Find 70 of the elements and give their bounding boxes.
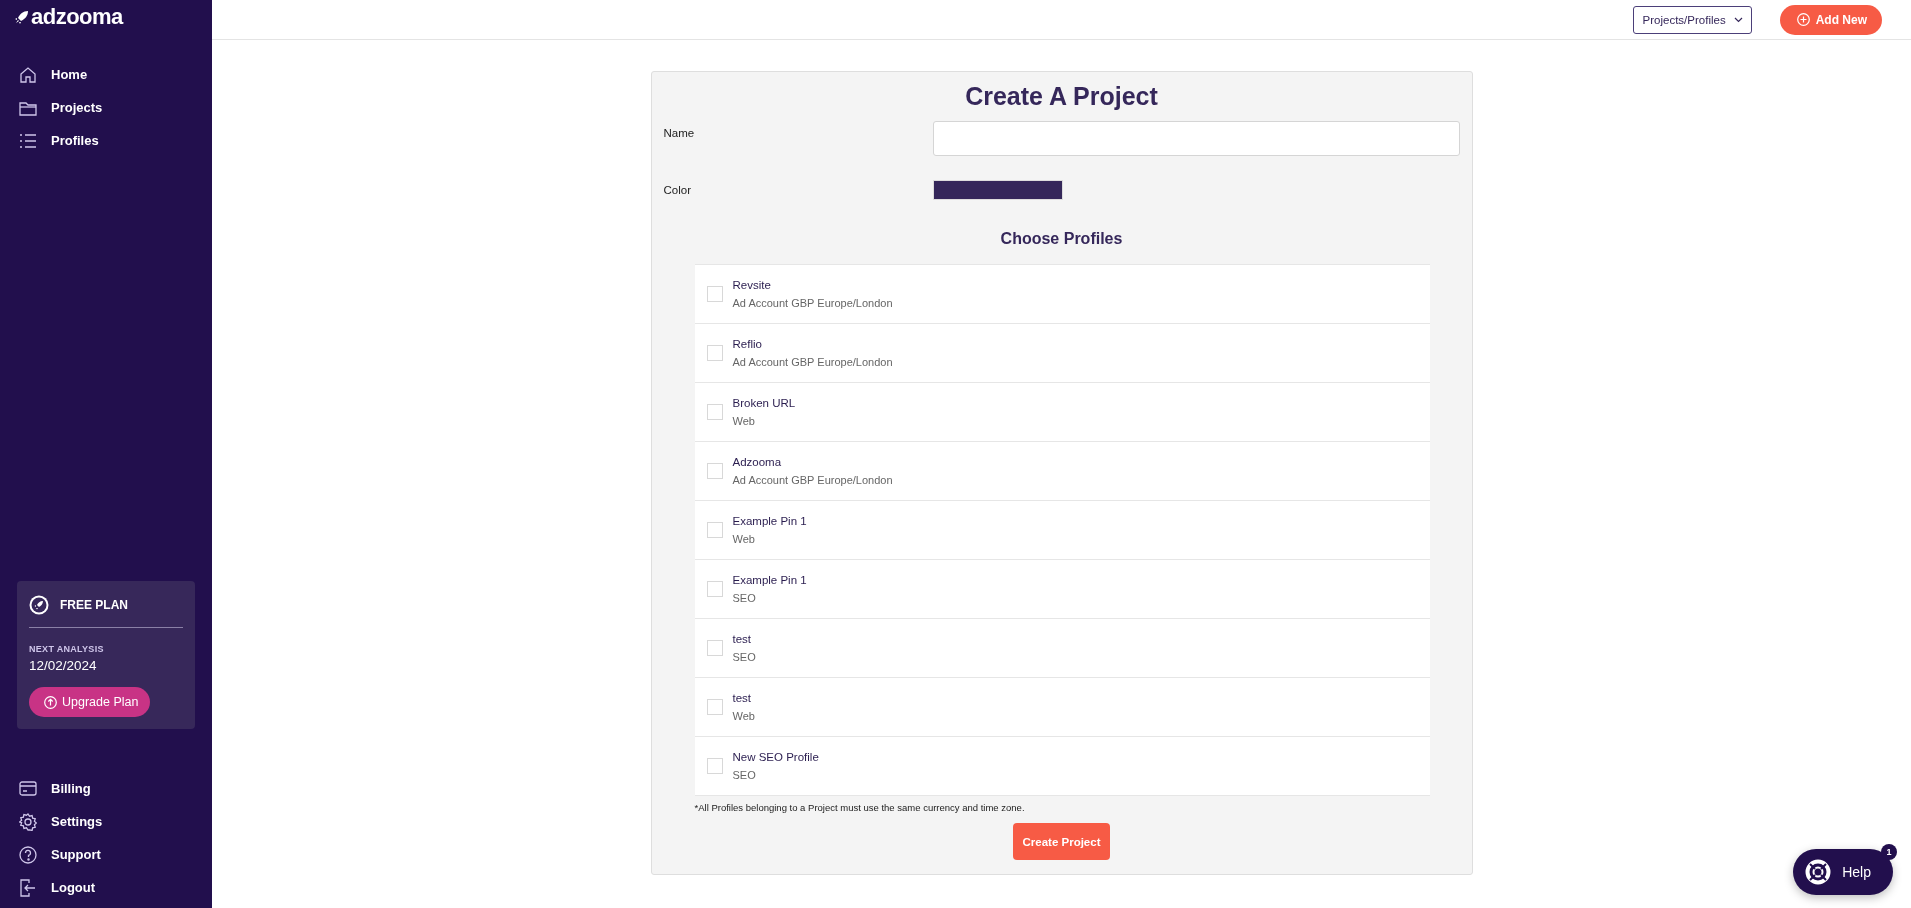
checkbox[interactable] [706,699,723,715]
profile-detail: Web [732,533,756,545]
projects-profiles-dropdown[interactable]: Projects/Profiles [1632,5,1752,34]
profile-name: Example Pin 1 [732,515,807,527]
profile-detail: Ad Account GBP Europe/London [732,297,893,309]
sidebar-item[interactable]: Settings [0,805,212,838]
sidebar-item[interactable]: Projects [0,91,212,124]
form-title: Create A Project [964,82,1159,111]
choose-profiles-heading: Choose Profiles [999,230,1124,248]
profile-detail: SEO [732,769,757,781]
home-icon [19,65,37,84]
checkbox[interactable] [706,522,723,538]
profile-detail: Ad Account GBP Europe/London [732,474,893,486]
profile-row[interactable]: Broken URL Web [694,382,1430,441]
profile-name: Revsite [732,279,772,291]
profile-name: Reflio [732,338,763,350]
plus-circle-icon [1796,13,1810,26]
lifebuoy-icon [1805,859,1832,885]
profile-name: Adzooma [732,456,783,468]
profile-row[interactable]: New SEO Profile SEO [694,736,1430,795]
logout-icon [19,878,37,897]
name-input-field[interactable] [932,121,1460,156]
profile-row[interactable]: test SEO [694,618,1430,677]
profile-detail: SEO [732,592,757,604]
profile-row[interactable]: test Web [694,677,1430,736]
sidebar-item[interactable]: Support [0,838,212,871]
rocket-logo-icon [14,9,29,25]
profile-name: test [732,692,753,704]
profile-row[interactable]: Example Pin 1 SEO [694,559,1430,618]
plan-name: FREE PLAN [60,598,128,612]
next-analysis-date: 12/02/2024 [29,658,98,673]
profile-detail: SEO [732,651,756,663]
sidebar-item[interactable]: Profiles [0,124,212,157]
checkbox[interactable] [706,404,723,420]
profile-name: Example Pin 1 [732,574,807,586]
profile-name: Broken URL [732,397,796,409]
name-label: Name [663,126,696,141]
upgrade-plan-button[interactable]: Upgrade Plan [29,687,151,717]
credit-card-icon [19,781,37,796]
folder-icon [19,99,37,116]
profile-row[interactable]: Example Pin 1 Web [694,500,1430,559]
sidebar-item[interactable]: Billing [0,772,212,805]
checkbox[interactable] [706,286,723,302]
profile-detail: Ad Account GBP Europe/London [732,356,893,368]
settings-icon [19,812,37,831]
profile-row[interactable]: Revsite Ad Account GBP Europe/London [694,264,1430,323]
chevron-down-icon [1733,16,1743,23]
checkbox[interactable] [706,463,723,479]
profile-row[interactable]: Reflio Ad Account GBP Europe/London [694,323,1430,382]
up-arrow-circle-icon [44,695,57,709]
notification-badge: 1 [1881,844,1897,860]
list-icon [19,133,37,148]
profile-name: New SEO Profile [732,751,819,763]
checkbox[interactable] [706,640,723,656]
help-icon [19,845,37,864]
color-label: Color [663,183,692,198]
checkbox[interactable] [706,581,723,597]
profile-name: test [732,633,753,645]
logo-text[interactable]: adzooma [31,4,123,30]
rocket-icon [29,595,49,615]
profile-detail: Web [732,415,756,427]
profiles-note: *All Profiles belonging to a Project must use the same currency and time zone. [694,802,1025,813]
sidebar-item[interactable]: Home [0,58,212,91]
checkbox[interactable] [706,345,723,361]
profile-detail: Web [732,710,755,722]
checkbox[interactable] [706,758,723,774]
profile-row[interactable]: Adzooma Ad Account GBP Europe/London [694,441,1430,500]
color-picker-field[interactable] [932,180,1063,200]
next-analysis-label: NEXT ANALYSIS [29,644,105,654]
sidebar-item[interactable]: Logout [0,871,212,904]
